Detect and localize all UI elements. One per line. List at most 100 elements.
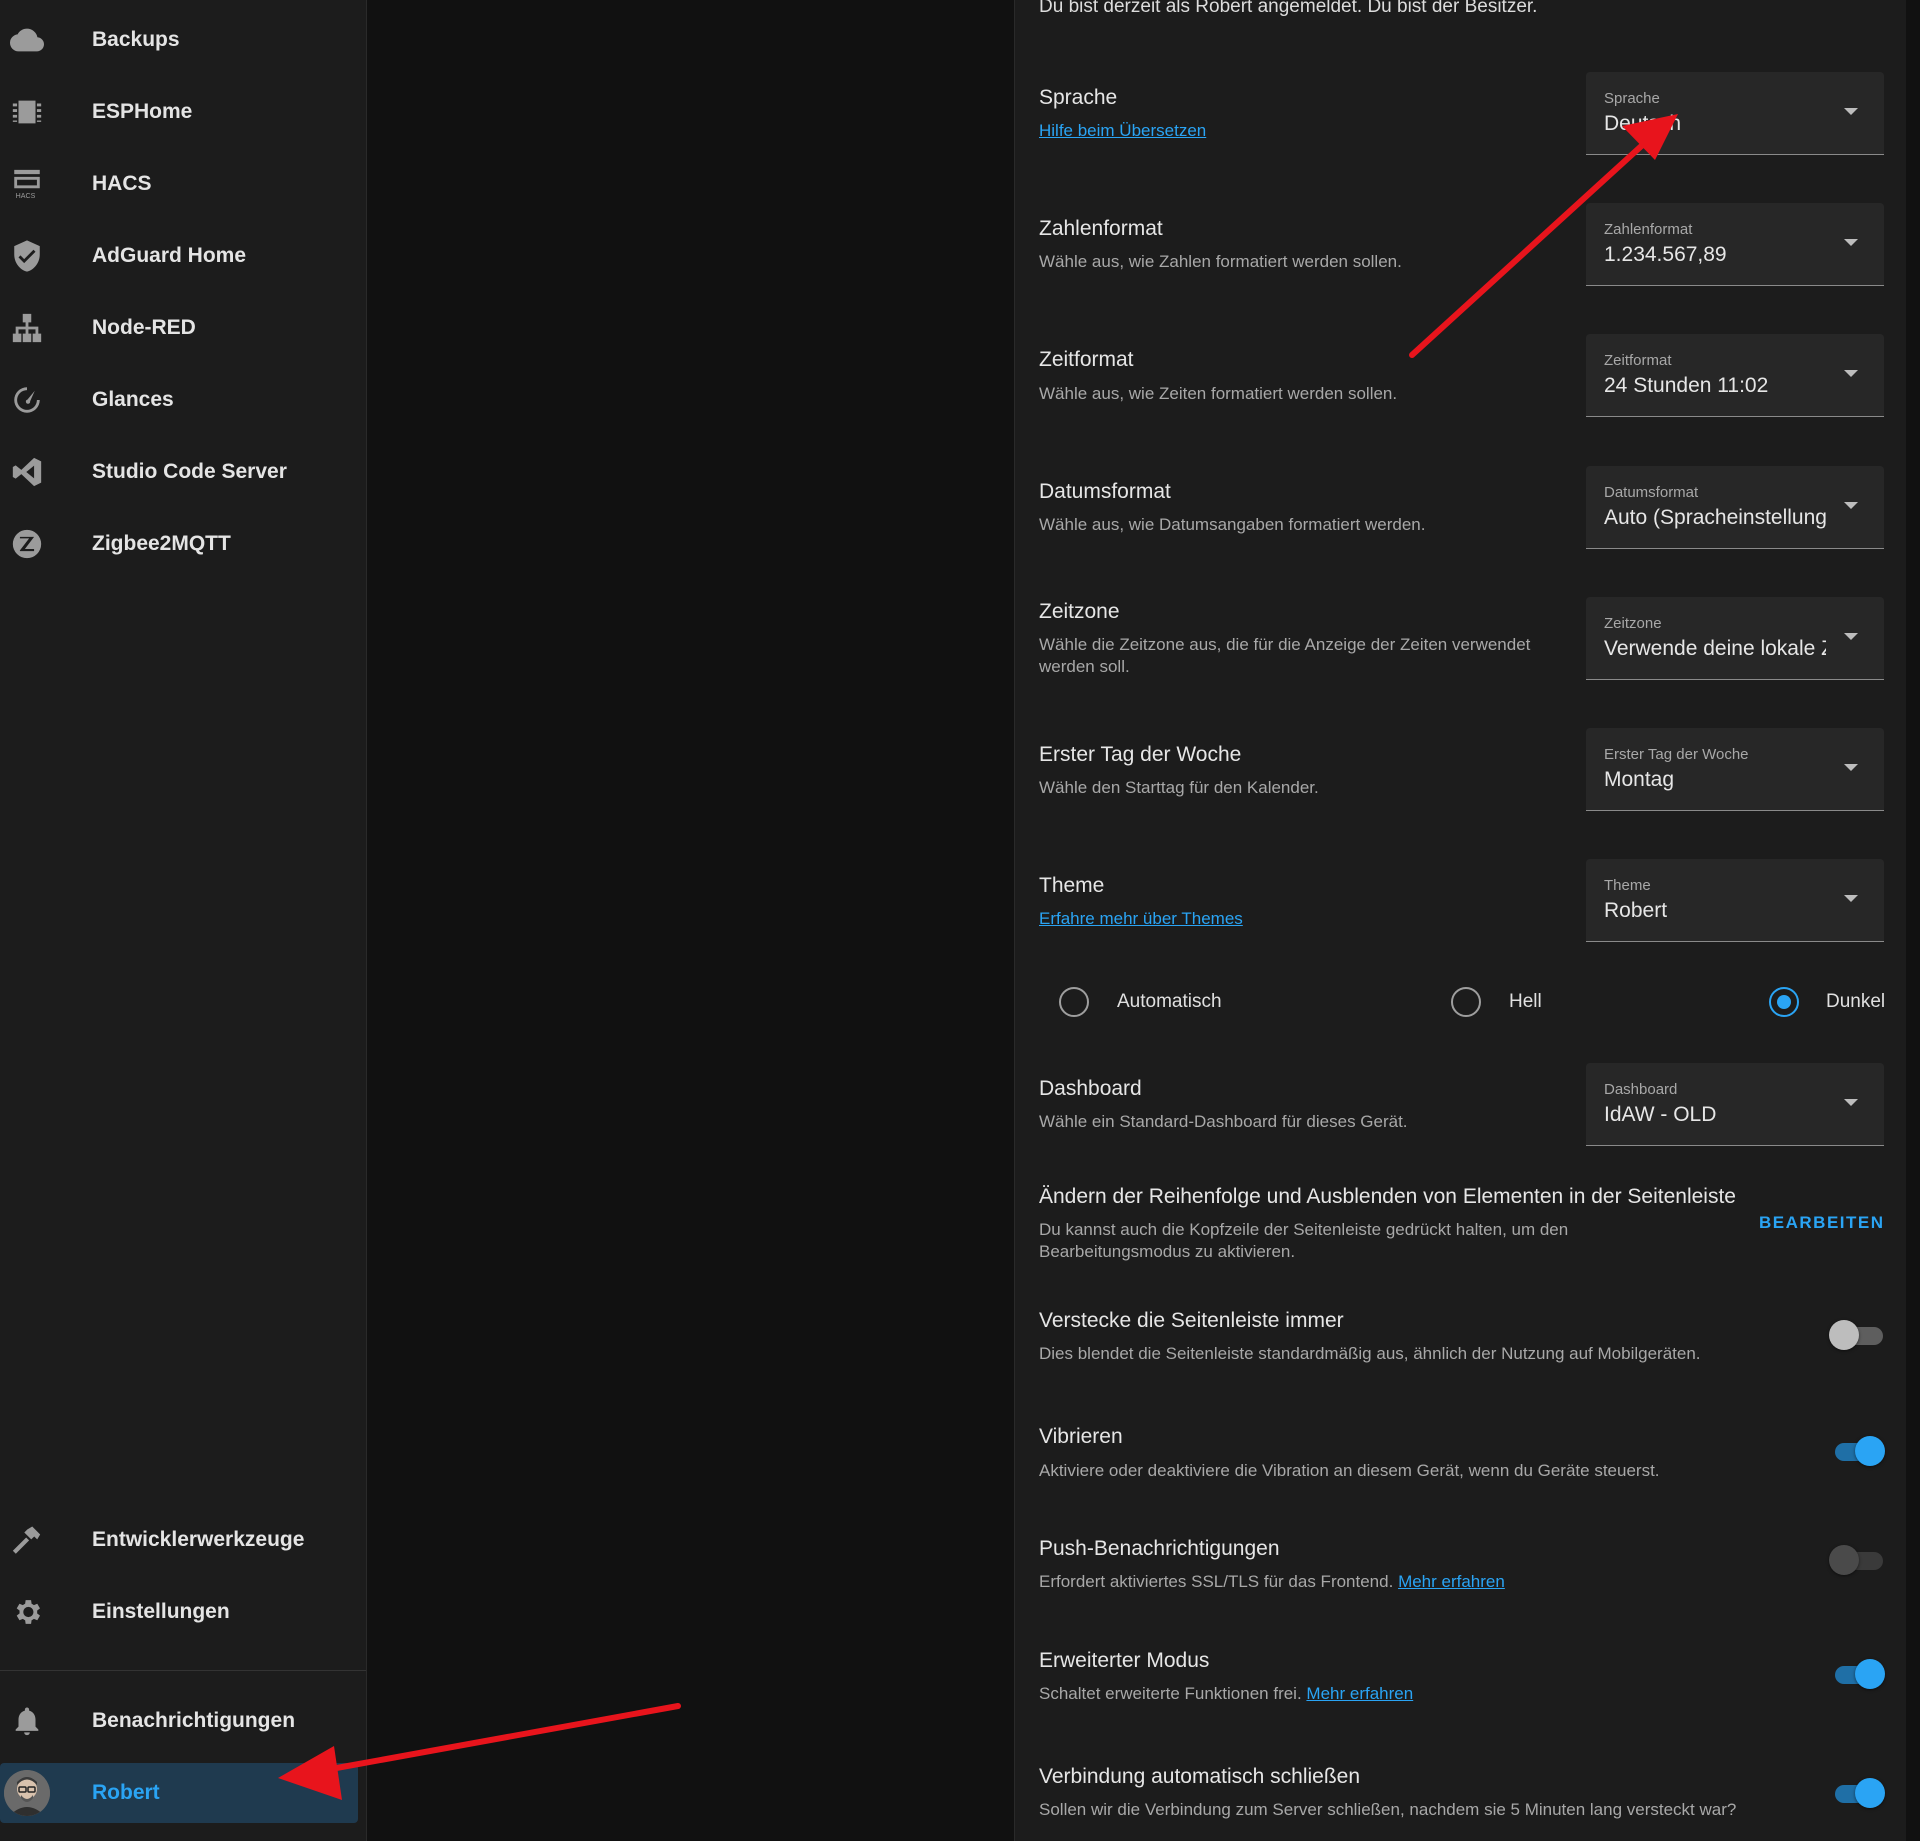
select-value: Montag [1604,768,1675,791]
chip-icon [8,93,46,131]
time-format-desc: Wähle aus, wie Zeiten formatiert werden … [1039,384,1398,403]
sidebar-item-user-profile[interactable]: Robert [0,1757,366,1829]
profile-panel: Du bist derzeit als Robert angemeldet. D… [1014,0,1907,1841]
dropdown-arrow-icon [1844,239,1858,246]
translation-help-link[interactable]: Hilfe beim Übersetzen [1039,120,1206,142]
sidebar: Backups ESPHome HACS HACS AdGuard Home N… [0,0,367,1841]
hammer-icon [8,1521,46,1559]
select-label: Theme [1604,877,1651,894]
sidebar-item-adguard[interactable]: AdGuard Home [0,220,366,292]
advanced-learn-more-link[interactable]: Mehr erfahren [1306,1684,1413,1703]
theme-mode-dark-label: Dunkel [1826,991,1886,1012]
sidebar-item-devtools[interactable]: Entwicklerwerkzeuge [0,1504,366,1576]
dropdown-arrow-icon [1844,633,1858,640]
dashboard-title: Dashboard [1039,1077,1142,1100]
theme-select[interactable]: Theme Robert [1586,859,1884,942]
select-label: Erster Tag der Woche [1604,746,1749,763]
hide-sidebar-desc: Dies blendet die Seitenleiste standardmä… [1039,1344,1701,1363]
date-format-select[interactable]: Datumsformat Auto (Spracheinstellung) [1586,466,1884,549]
sidebar-item-label: Glances [92,388,174,411]
select-label: Sprache [1604,90,1660,107]
sidebar-item-glances[interactable]: Glances [0,364,366,436]
select-value: Deutsch [1604,112,1682,135]
advanced-desc-text: Schaltet erweiterte Funktionen frei. [1039,1684,1302,1703]
first-weekday-title: Erster Tag der Woche [1039,743,1242,766]
push-desc: Erfordert aktiviertes SSL/TLS für das Fr… [1039,1571,1505,1593]
sidebar-item-label: Backups [92,28,180,51]
shield-icon [8,237,46,275]
sidebar-item-hacs[interactable]: HACS HACS [0,148,366,220]
sidebar-order-desc: Du kannst auch die Kopfzeile der Seitenl… [1039,1220,1569,1261]
select-label: Datumsformat [1604,484,1699,501]
number-format-select[interactable]: Zahlenformat 1.234.567,89 [1586,203,1884,286]
profile-intro: Du bist derzeit als Robert angemeldet. D… [1039,0,1538,17]
avatar [4,1770,50,1816]
select-value: 1.234.567,89 [1604,243,1727,266]
dropdown-arrow-icon [1844,502,1858,509]
theme-mode-dark-radio[interactable] [1769,987,1799,1017]
sidebar-item-zigbee2mqtt[interactable]: Zigbee2MQTT [0,508,366,580]
sidebar-order-title: Ändern der Reihenfolge und Ausblenden vo… [1039,1185,1736,1208]
sidebar-item-notifications[interactable]: Benachrichtigungen [0,1685,366,1757]
select-label: Dashboard [1604,1081,1678,1098]
auto-close-desc: Sollen wir die Verbindung zum Server sch… [1039,1800,1737,1819]
first-weekday-select[interactable]: Erster Tag der Woche Montag [1586,728,1884,811]
themes-info-link[interactable]: Erfahre mehr über Themes [1039,908,1243,930]
hide-sidebar-toggle[interactable] [1829,1318,1885,1352]
sidebar-item-label: Einstellungen [92,1600,230,1623]
advanced-mode-toggle[interactable] [1829,1657,1885,1691]
language-select[interactable]: Sprache Deutsch [1586,72,1884,155]
theme-mode-light-label: Hell [1509,991,1542,1012]
sidebar-item-label: Studio Code Server [92,460,287,483]
theme-mode-auto-radio[interactable] [1059,987,1089,1017]
edit-sidebar-button[interactable]: BEARBEITEN [1759,1213,1885,1233]
cloud-icon [8,21,46,59]
timezone-select[interactable]: Zeitzone Verwende deine lokale Zeitzone [1586,597,1884,680]
sidebar-item-esphome[interactable]: ESPHome [0,76,366,148]
time-format-select[interactable]: Zeitformat 24 Stunden 11:02 [1586,334,1884,417]
timezone-title: Zeitzone [1039,600,1120,623]
theme-title: Theme [1039,874,1105,897]
dropdown-arrow-icon [1844,370,1858,377]
sidebar-item-label: Robert [92,1781,160,1804]
push-learn-more-link[interactable]: Mehr erfahren [1398,1572,1505,1591]
sidebar-item-studio-code-server[interactable]: Studio Code Server [0,436,366,508]
sidebar-item-label: Benachrichtigungen [92,1709,296,1732]
vibrate-title: Vibrieren [1039,1425,1123,1448]
timezone-desc: Wähle die Zeitzone aus, die für die Anze… [1039,635,1531,676]
number-format-desc: Wähle aus, wie Zahlen formatiert werden … [1039,252,1402,271]
dashboard-select[interactable]: Dashboard IdAW - OLD [1586,1063,1884,1146]
date-format-title: Datumsformat [1039,480,1171,503]
empty-area [367,0,1014,1841]
dropdown-arrow-icon [1844,895,1858,902]
select-label: Zahlenformat [1604,221,1693,238]
theme-mode-light-radio[interactable] [1451,987,1481,1017]
vscode-icon [8,453,46,491]
sidebar-item-label: Node-RED [92,316,196,339]
sidebar-item-label: ESPHome [92,100,193,123]
select-label: Zeitformat [1604,352,1672,369]
language-title: Sprache [1039,86,1118,109]
sidebar-item-label: AdGuard Home [92,244,247,267]
sidebar-item-node-red[interactable]: Node-RED [0,292,366,364]
dropdown-arrow-icon [1844,764,1858,771]
select-value: Verwende deine lokale Zeitzone [1604,637,1826,660]
advanced-mode-title: Erweiterter Modus [1039,1649,1210,1672]
push-title: Push-Benachrichtigungen [1039,1537,1280,1560]
sidebar-item-settings[interactable]: Einstellungen [0,1576,366,1648]
vibrate-desc: Aktiviere oder deaktiviere die Vibration… [1039,1461,1660,1480]
dropdown-arrow-icon [1844,1099,1858,1106]
push-desc-text: Erfordert aktiviertes SSL/TLS für das Fr… [1039,1572,1394,1591]
gauge-icon [8,381,46,419]
vibrate-toggle[interactable] [1829,1434,1885,1468]
sidebar-item-backups[interactable]: Backups [0,4,366,76]
zigbee-icon [8,525,46,563]
gear-icon [8,1593,46,1631]
push-toggle[interactable] [1829,1543,1885,1577]
auto-close-toggle[interactable] [1829,1776,1885,1810]
sidebar-item-label: Zigbee2MQTT [92,532,231,555]
advanced-mode-desc: Schaltet erweiterte Funktionen frei. Meh… [1039,1683,1413,1705]
select-value: Auto (Spracheinstellung) [1604,506,1826,529]
select-value: 24 Stunden 11:02 [1604,374,1769,397]
selected-highlight [0,1763,358,1823]
